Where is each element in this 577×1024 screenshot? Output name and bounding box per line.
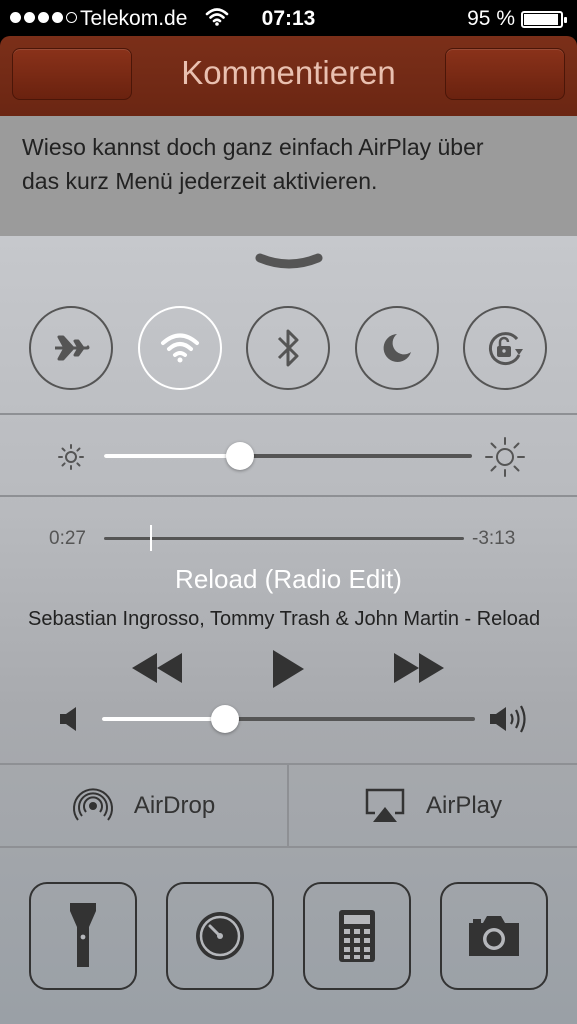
control-center: 0:27 -3:13 Reload (Radio Edit) Sebastian… <box>0 236 577 1024</box>
volume-slider-thumb[interactable] <box>211 705 240 733</box>
playback-position-marker[interactable] <box>149 525 152 551</box>
brightness-high-icon <box>484 436 526 483</box>
moon-icon <box>383 334 411 362</box>
divider <box>0 846 577 848</box>
airdrop-icon <box>72 788 113 821</box>
rewind-icon <box>132 653 182 683</box>
comment-line-1: Wieso kannst doch ganz einfach AirPlay ü… <box>22 134 484 160</box>
bluetooth-toggle[interactable] <box>246 306 330 390</box>
airplay-icon <box>365 788 405 822</box>
airplay-label: AirPlay <box>425 792 503 819</box>
comment-text-area[interactable]: Wieso kannst doch ganz einfach AirPlay ü… <box>0 116 577 256</box>
play-icon <box>273 650 304 688</box>
airplay-button[interactable]: AirPlay <box>289 766 577 846</box>
elapsed-time: 0:27 <box>49 528 86 549</box>
track-artist: Sebastian Ingrosso, Tommy Trash & John M… <box>28 608 541 630</box>
rotation-lock-icon <box>489 332 523 366</box>
playback-scrubber[interactable] <box>104 537 464 540</box>
airplane-icon <box>55 335 90 361</box>
calculator-button[interactable] <box>303 882 411 990</box>
airdrop-button[interactable]: AirDrop <box>0 766 287 846</box>
volume-slider-fill <box>102 717 226 721</box>
battery-fill <box>524 14 558 25</box>
volume-slider[interactable] <box>102 717 475 721</box>
quick-toggles <box>0 306 577 390</box>
bluetooth-icon <box>277 329 299 367</box>
wifi-toggle[interactable] <box>138 306 222 390</box>
remaining-time: -3:13 <box>472 528 516 549</box>
track-title: Reload (Radio Edit) <box>175 564 402 594</box>
wifi-icon <box>161 333 199 363</box>
battery-percent: 95 % <box>467 7 515 30</box>
brightness-slider-fill <box>104 454 241 458</box>
timer-icon <box>196 912 244 960</box>
flashlight-button[interactable] <box>29 882 137 990</box>
brightness-slider-thumb[interactable] <box>226 442 255 470</box>
fast-forward-button[interactable] <box>392 650 446 691</box>
status-bar: Telekom.de 07:13 95 % <box>0 0 577 36</box>
rotation-lock-toggle[interactable] <box>463 306 547 390</box>
airdrop-label: AirDrop <box>133 792 216 819</box>
comment-line-2: das kurz Menü jederzeit aktivieren. <box>22 168 378 194</box>
camera-button[interactable] <box>440 882 548 990</box>
play-button[interactable] <box>270 648 306 695</box>
divider <box>0 413 577 415</box>
brightness-slider[interactable] <box>104 454 472 458</box>
calculator-icon <box>339 910 375 962</box>
volume-low-icon <box>58 706 80 737</box>
rewind-button[interactable] <box>130 650 184 691</box>
grabber-handle-icon[interactable] <box>254 252 324 272</box>
timer-button[interactable] <box>166 882 274 990</box>
fast-forward-icon <box>394 653 444 683</box>
nav-right-button[interactable] <box>445 48 565 100</box>
camera-icon <box>469 916 519 956</box>
volume-high-icon <box>488 702 530 741</box>
navigation-bar: Kommentieren <box>0 36 577 116</box>
brightness-low-icon <box>56 442 86 477</box>
battery-icon <box>521 11 567 28</box>
do-not-disturb-toggle[interactable] <box>355 306 439 390</box>
divider <box>0 495 577 497</box>
flashlight-icon <box>70 903 96 967</box>
airplane-mode-toggle[interactable] <box>29 306 113 390</box>
